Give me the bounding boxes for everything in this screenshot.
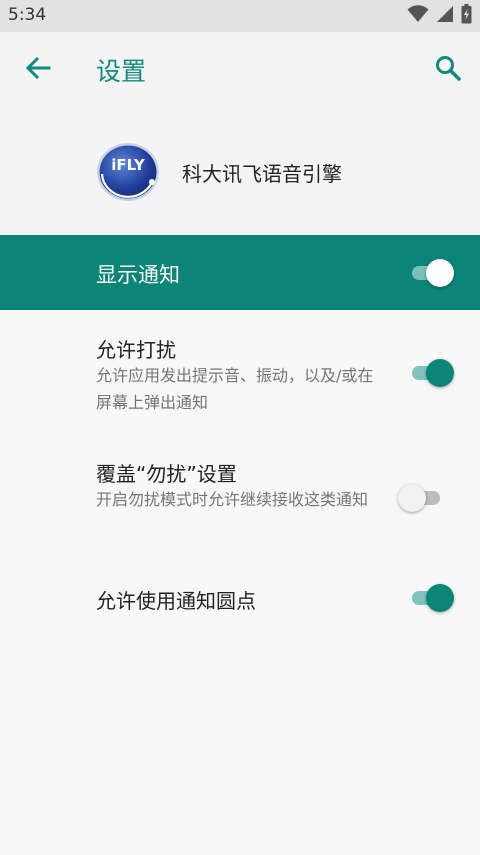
status-icons xyxy=(407,4,472,28)
notification-dot-row[interactable]: 允许使用通知圆点 xyxy=(0,554,480,644)
override-dnd-switch[interactable] xyxy=(398,484,444,512)
search-icon xyxy=(435,55,461,85)
search-button[interactable] xyxy=(432,54,464,86)
allow-interruptions-row[interactable]: 允许打扰 允许应用发出提示音、振动，以及/或在屏幕上弹出通知 xyxy=(0,310,480,428)
back-arrow-icon xyxy=(25,56,51,83)
cell-signal-icon xyxy=(436,5,454,27)
override-dnd-subtitle: 开启勿扰模式时允许继续接收这类通知 xyxy=(96,490,369,509)
allow-interruptions-subtitle: 允许应用发出提示音、振动，以及/或在屏幕上弹出通知 xyxy=(96,366,374,412)
show-notifications-label: 显示通知 xyxy=(96,263,180,287)
page-title: 设置 xyxy=(96,57,147,86)
notification-dot-title: 允许使用通知圆点 xyxy=(96,589,256,613)
status-time: 5:34 xyxy=(8,5,47,25)
show-notifications-row[interactable]: 显示通知 xyxy=(0,235,480,310)
override-dnd-row[interactable]: 覆盖“勿扰”设置 开启勿扰模式时允许继续接收这类通知 xyxy=(0,428,480,554)
switch-thumb xyxy=(426,259,454,287)
switch-thumb xyxy=(426,359,454,387)
allow-interruptions-switch[interactable] xyxy=(408,359,454,387)
battery-icon xyxy=(461,4,472,28)
switch-thumb xyxy=(398,484,426,512)
override-dnd-title: 覆盖“勿扰”设置 xyxy=(96,462,237,486)
app-logo: iFLY xyxy=(96,140,160,204)
app-bar: 设置 xyxy=(0,32,480,108)
switch-thumb xyxy=(426,584,454,612)
notification-dot-switch[interactable] xyxy=(408,584,454,612)
logo-text: iFLY xyxy=(111,156,146,174)
app-header: iFLY 科大讯飞语音引擎 xyxy=(0,108,480,235)
app-name: 科大讯飞语音引擎 xyxy=(182,162,342,186)
back-button[interactable] xyxy=(22,54,54,86)
status-bar: 5:34 xyxy=(0,0,480,32)
wifi-icon xyxy=(407,5,429,27)
allow-interruptions-title: 允许打扰 xyxy=(96,338,176,362)
show-notifications-switch[interactable] xyxy=(408,259,454,287)
